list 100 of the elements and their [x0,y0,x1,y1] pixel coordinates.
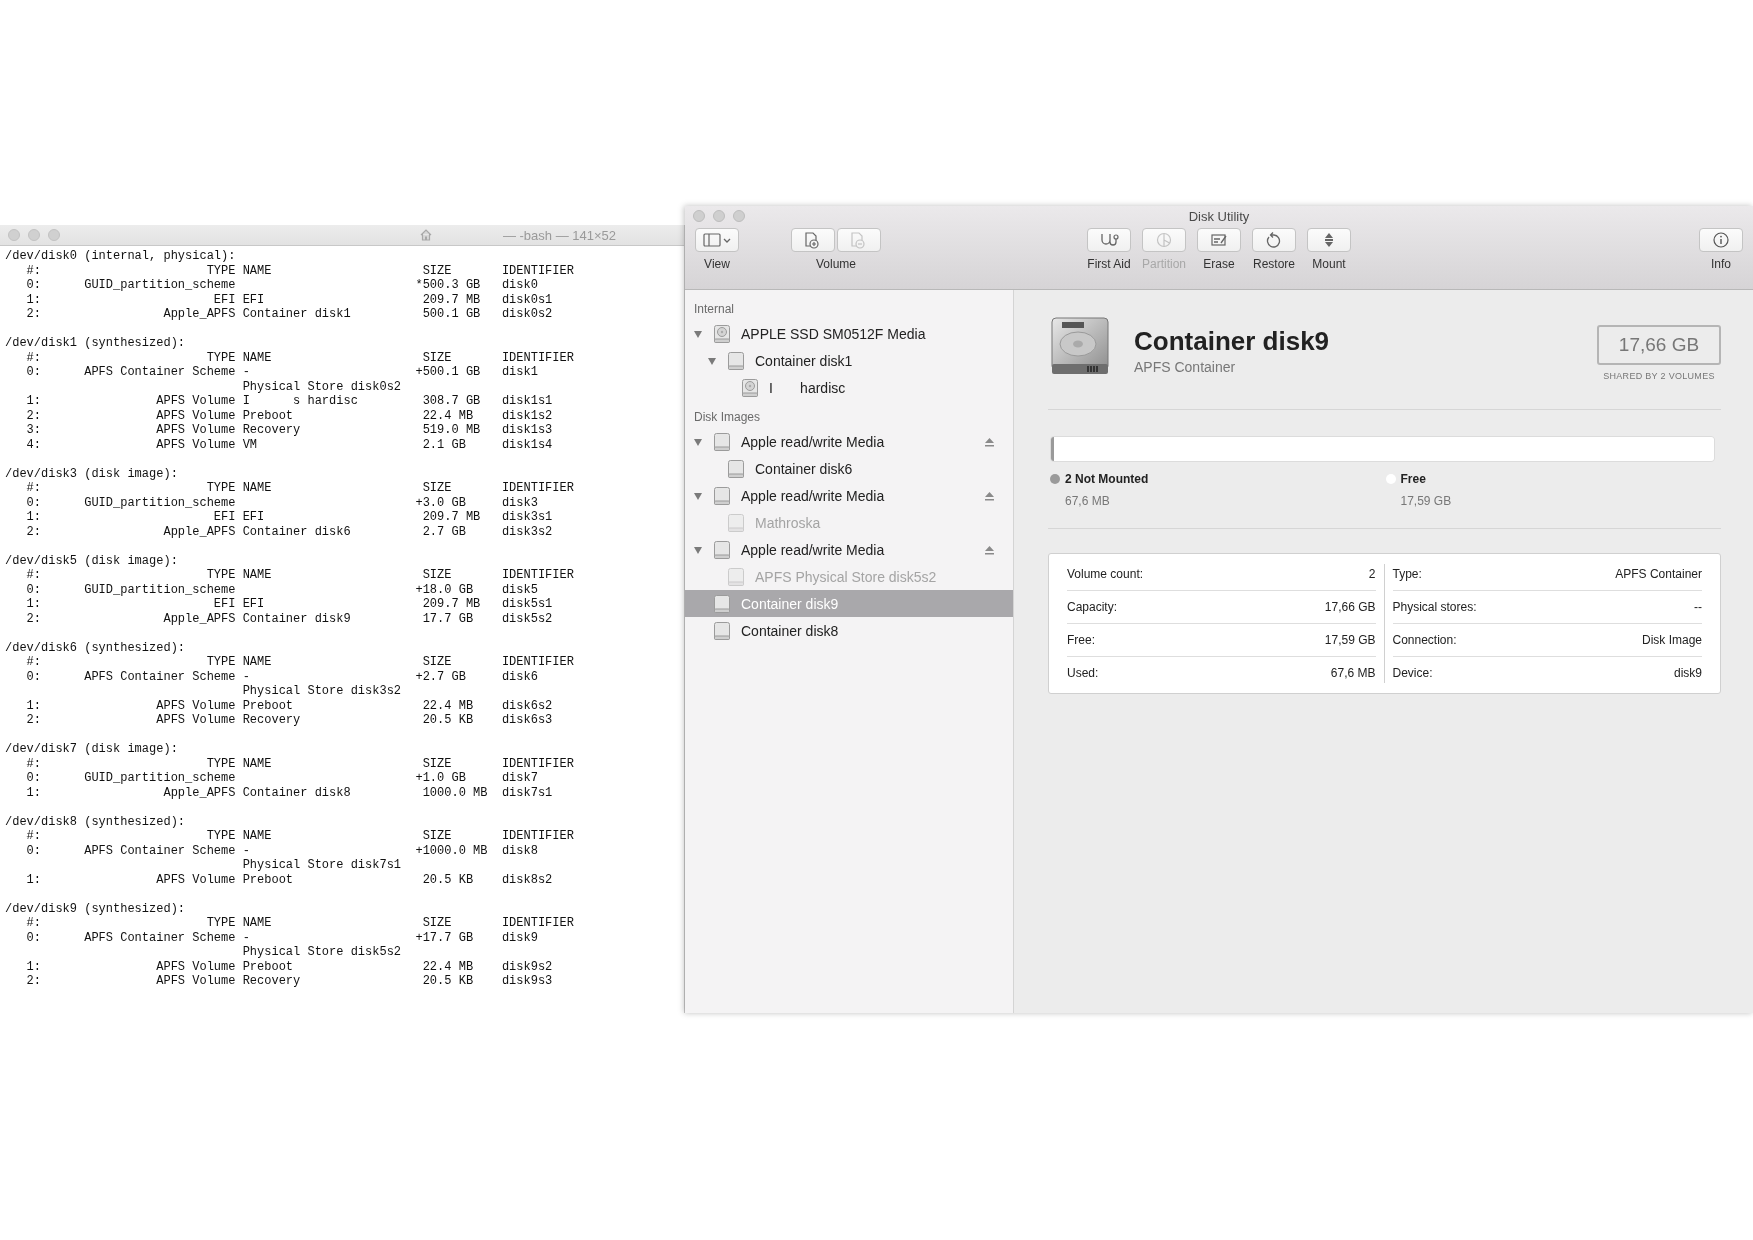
sidebar-item[interactable]: APPLE SSD SM0512F Media [685,320,1013,347]
terminal-line: 1: EFI EFI 209.7 MB disk3s1 [25,510,553,525]
info-label: Device: [1392,666,1433,680]
terminal-line: #: TYPE NAME SIZE IDENTIFIER [25,829,574,844]
terminal-line: 1: APFS Volume I s hardisc 308.7 GB disk1s1 [25,394,553,409]
info-value: Disk Image [1641,633,1702,647]
terminal-line: Physical Store disk5s2 [241,945,402,960]
terminal-line: #: TYPE NAME SIZE IDENTIFIER [25,481,574,496]
toolbar-label: Mount [1312,257,1346,271]
legend-value: 17,59 GB [1400,494,1452,508]
toolbar-button[interactable] [1252,228,1296,252]
terminal-line: 1: APFS Volume Preboot 20.5 KB disk8s2 [25,872,553,887]
disclosure-triangle-icon[interactable] [707,355,717,366]
hard-drive-icon [713,323,731,344]
info-label: Volume count: [1067,567,1144,581]
terminal-line: Physical Store disk3s2 [241,684,402,699]
terminal-line: Physical Store disk7s1 [241,858,402,873]
window-title: — -bash — 141×52 [502,227,616,243]
terminal-line: 0: APFS Container Scheme - +500.1 GB disk1 [25,365,538,380]
info-value: APFS Container [1615,567,1702,581]
info-label: Capacity: [1067,600,1118,614]
terminal-line: 0: GUID_partition_scheme *500.3 GB disk0 [25,278,538,293]
legend-value: 67,6 MB [1065,494,1111,508]
eject-icon[interactable] [984,544,995,555]
disclosure-triangle-icon[interactable] [693,328,703,339]
terminal-line: /dev/disk1 (synthesized): [5,336,186,351]
section-heading: Internal [693,301,736,318]
terminal-line: 0: GUID_partition_scheme +3.0 GB disk3 [25,495,538,510]
terminal-line: #: TYPE NAME SIZE IDENTIFIER [25,916,574,931]
toolbar-label: First Aid [1087,257,1131,271]
info-value: 2 [1368,567,1376,581]
legend-label: 2 Not Mounted [1065,472,1149,486]
terminal-line: 2: APFS Volume Recovery 20.5 KB disk9s3 [25,974,553,989]
home-icon [418,228,433,242]
terminal-line: Physical Store disk0s2 [241,379,402,394]
terminal-line: 0: GUID_partition_scheme +1.0 GB disk7 [25,771,538,786]
shared-caption: SHARED BY 2 VOLUMES [1603,371,1715,381]
toolbar-button[interactable] [791,228,835,252]
info-value: 17,59 GB [1324,633,1376,647]
eject-icon[interactable] [984,436,995,447]
terminal-line: 0: GUID_partition_scheme +18.0 GB disk5 [25,582,538,597]
info-label: Connection: [1392,633,1457,647]
eject-icon[interactable] [984,490,995,501]
sidebar-item[interactable]: I hardisc [685,374,1013,401]
terminal-line: /dev/disk0 (internal, physical): [5,249,236,264]
terminal-line: #: TYPE NAME SIZE IDENTIFIER [25,568,574,583]
terminal-line: /dev/disk7 (disk image): [5,742,178,757]
toolbar-button[interactable] [1699,228,1743,252]
sidebar-item[interactable]: Apple read/write Media [685,428,1013,455]
terminal-line: /dev/disk9 (synthesized): [5,901,186,916]
terminal-line: 2: Apple_APFS Container disk6 2.7 GB disk3s2 [25,524,553,539]
legend-label: Free [1400,472,1427,486]
terminal-line: 4: APFS Volume VM 2.1 GB disk1s4 [25,437,553,452]
info-value: -- [1694,600,1702,614]
toolbar-label: Restore [1253,257,1296,271]
sidebar-item[interactable]: Apple read/write Media [685,536,1013,563]
terminal-line: 3: APFS Volume Recovery 519.0 MB disk1s3 [25,423,553,438]
terminal-line: 2: APFS Volume Preboot 22.4 MB disk1s2 [25,408,553,423]
toolbar-button[interactable] [695,228,739,252]
terminal-line: #: TYPE NAME SIZE IDENTIFIER [25,350,574,365]
terminal-line: 2: APFS Volume Recovery 20.5 KB disk6s3 [25,713,553,728]
disclosure-triangle-icon[interactable] [693,436,703,447]
info-value: 17,66 GB [1324,600,1376,614]
sidebar-item[interactable]: Container disk8 [685,617,1013,644]
info-label: Type: [1392,567,1422,581]
terminal-line: 0: APFS Container Scheme - +17.7 GB disk9 [25,930,538,945]
terminal-line: #: TYPE NAME SIZE IDENTIFIER [25,756,574,771]
terminal-line: 1: APFS Volume Preboot 22.4 MB disk6s2 [25,698,553,713]
terminal-line: 1: APFS Volume Preboot 22.4 MB disk9s2 [25,959,553,974]
toolbar-button[interactable] [1307,228,1351,252]
terminal-line: /dev/disk6 (synthesized): [5,640,186,655]
toolbar-button[interactable] [1087,228,1131,252]
info-label: Free: [1067,633,1095,647]
terminal-line: #: TYPE NAME SIZE IDENTIFIER [25,263,574,278]
sidebar-item[interactable]: Container disk6 [685,455,1013,482]
section-heading: Disk Images [693,409,762,426]
sidebar-toggle-icon [702,231,732,249]
disclosure-triangle-icon[interactable] [693,490,703,501]
toolbar-button[interactable] [1197,228,1241,252]
sidebar-item[interactable]: Apple read/write Media [685,482,1013,509]
terminal-line: /dev/disk3 (disk image): [5,466,178,481]
terminal-line: 0: APFS Container Scheme - +2.7 GB disk6 [25,669,538,684]
window-title: Disk Utility [1188,209,1250,224]
info-value: 67,6 MB [1330,666,1376,680]
capacity-display: 17,66 GB [1597,325,1721,365]
toolbar-label: View [704,257,730,271]
terminal-line: 1: EFI EFI 209.7 MB disk0s1 [25,292,553,307]
disclosure-triangle-icon[interactable] [693,544,703,555]
sidebar-item[interactable]: Container disk1 [685,347,1013,374]
volume-name: Container disk9 [1134,326,1331,357]
terminal-line: /dev/disk5 (disk image): [5,553,178,568]
terminal-line: 2: Apple_APFS Container disk1 500.1 GB disk0s2 [25,307,553,322]
hard-drive-icon [741,377,759,398]
toolbar-label: Erase [1203,257,1235,271]
terminal-line: #: TYPE NAME SIZE IDENTIFIER [25,655,574,670]
terminal-line: 0: APFS Container Scheme - +1000.0 MB disk8 [25,843,538,858]
terminal-line: /dev/disk8 (synthesized): [5,814,186,829]
toolbar-label: Info [1711,257,1731,271]
info-value: disk9 [1674,666,1702,680]
info-label: Physical stores: [1392,600,1477,614]
